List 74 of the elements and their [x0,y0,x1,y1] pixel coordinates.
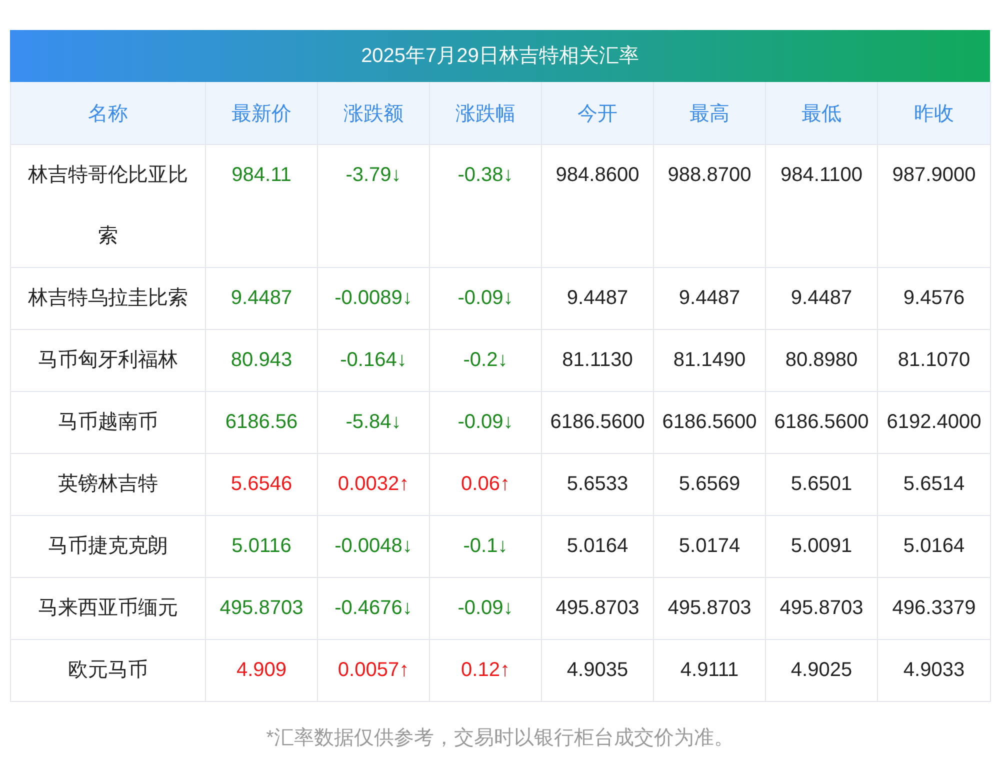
table-cell: 4.909 [206,640,318,702]
table-cell: -0.09↓ [430,578,542,640]
table-cell: 5.6514 [878,454,990,516]
table-cell: 欧元马币 [10,640,206,702]
table-cell: 495.8703 [766,578,878,640]
table-title: 2025年7月29日林吉特相关汇率 [10,30,990,82]
table-cell: 80.8980 [766,330,878,392]
table-cell: 6186.56 [206,392,318,454]
table-cell: 5.0116 [206,516,318,578]
table-cell: 0.06↑ [430,454,542,516]
table-cell: 6192.4000 [878,392,990,454]
table-cell: 9.4487 [542,268,654,330]
table-cell: 0.0057↑ [318,640,430,702]
table-cell: 英镑林吉特 [10,454,206,516]
column-header: 名称 [10,82,206,144]
table-cell: 林吉特哥伦比亚比索 [10,144,206,268]
table-cell: 9.4487 [766,268,878,330]
table-cell: 5.6546 [206,454,318,516]
table-cell: 9.4487 [654,268,766,330]
table-cell: 988.8700 [654,144,766,268]
table-cell: 林吉特乌拉圭比索 [10,268,206,330]
table-cell: 马币越南币 [10,392,206,454]
column-header: 最新价 [206,82,318,144]
table-cell: 987.9000 [878,144,990,268]
footnote: *汇率数据仅供参考，交易时以银行柜台成交价为准。 [265,726,735,751]
table-cell: 5.6569 [654,454,766,516]
table-cell: 495.8703 [654,578,766,640]
column-header: 昨收 [878,82,990,144]
table-cell: 马币匈牙利福林 [10,330,206,392]
table-cell: 9.4576 [878,268,990,330]
table-cell: -0.164↓ [318,330,430,392]
table-cell: 81.1070 [878,330,990,392]
table-cell: -5.84↓ [318,392,430,454]
table-cell: -0.2↓ [430,330,542,392]
table-cell: 9.4487 [206,268,318,330]
table-cell: 5.0174 [654,516,766,578]
table-cell: 6186.5600 [766,392,878,454]
table-cell: -0.1↓ [430,516,542,578]
table-cell: 984.1100 [766,144,878,268]
column-header: 今开 [542,82,654,144]
table-cell: 5.0164 [878,516,990,578]
column-header: 涨跌额 [318,82,430,144]
table-cell: -0.09↓ [430,268,542,330]
table-cell: 马来西亚币缅元 [10,578,206,640]
table-cell: 5.0091 [766,516,878,578]
table-cell: 81.1130 [542,330,654,392]
column-header: 涨跌幅 [430,82,542,144]
table-cell: -3.79↓ [318,144,430,268]
table-cell: 6186.5600 [542,392,654,454]
table-cell: 马币捷克克朗 [10,516,206,578]
table-cell: 4.9111 [654,640,766,702]
table-cell: 5.0164 [542,516,654,578]
table-cell: -0.09↓ [430,392,542,454]
table-cell: 495.8703 [206,578,318,640]
table-cell: 6186.5600 [654,392,766,454]
table-cell: 4.9035 [542,640,654,702]
column-header: 最低 [766,82,878,144]
table-cell: 81.1490 [654,330,766,392]
table-cell: 80.943 [206,330,318,392]
table-cell: 984.11 [206,144,318,268]
table-cell: 495.8703 [542,578,654,640]
table-cell: -0.38↓ [430,144,542,268]
table-cell: 496.3379 [878,578,990,640]
table-cell: 5.6501 [766,454,878,516]
table-cell: 0.0032↑ [318,454,430,516]
table-cell: -0.0048↓ [318,516,430,578]
table-cell: 4.9025 [766,640,878,702]
table-cell: 0.12↑ [430,640,542,702]
table-cell: 5.6533 [542,454,654,516]
column-header: 最高 [654,82,766,144]
table-cell: -0.4676↓ [318,578,430,640]
table-cell: 4.9033 [878,640,990,702]
table-cell: 984.8600 [542,144,654,268]
table-cell: -0.0089↓ [318,268,430,330]
